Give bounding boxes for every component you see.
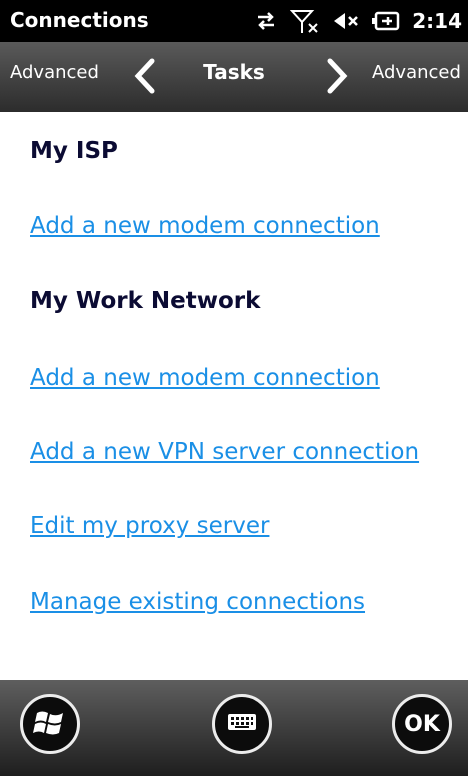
- task-list: My ISP Add a new modem connection My Wor…: [0, 112, 468, 680]
- no-signal-icon: [290, 8, 320, 34]
- tab-tasks[interactable]: Tasks: [186, 60, 282, 84]
- status-bar: Connections 2:14: [0, 0, 468, 42]
- tab-bar: Advanced Tasks Advanced: [0, 42, 468, 112]
- link-add-modem-work[interactable]: Add a new modem connection: [30, 365, 380, 391]
- ok-label: OK: [404, 711, 440, 737]
- keyboard-icon: [227, 711, 257, 737]
- start-button[interactable]: [20, 694, 80, 754]
- tab-advanced-next[interactable]: Advanced: [372, 62, 461, 83]
- keyboard-button[interactable]: [212, 694, 272, 754]
- link-add-modem-isp[interactable]: Add a new modem connection: [30, 213, 380, 239]
- windows-start-icon: [33, 705, 67, 743]
- link-add-vpn-server[interactable]: Add a new VPN server connection: [30, 439, 419, 465]
- section-heading-my-isp: My ISP: [30, 138, 118, 164]
- connections-screen: Connections 2:14 Advanced Tasks Advanced…: [0, 0, 468, 776]
- app-title: Connections: [10, 8, 149, 32]
- clock: 2:14: [412, 9, 462, 33]
- chevron-left-icon[interactable]: [132, 58, 156, 98]
- data-transfer-icon: [254, 10, 278, 32]
- section-heading-my-work-network: My Work Network: [30, 288, 261, 314]
- speaker-muted-icon: [332, 10, 360, 32]
- status-icons: 2:14: [254, 6, 462, 36]
- chevron-right-icon[interactable]: [326, 58, 350, 98]
- battery-charging-icon: [372, 11, 400, 31]
- link-manage-connections[interactable]: Manage existing connections: [30, 589, 365, 615]
- tab-advanced-previous[interactable]: Advanced: [10, 62, 99, 83]
- ok-button[interactable]: OK: [392, 694, 452, 754]
- link-edit-proxy-server[interactable]: Edit my proxy server: [30, 513, 269, 539]
- bottom-bar: OK: [0, 680, 468, 776]
